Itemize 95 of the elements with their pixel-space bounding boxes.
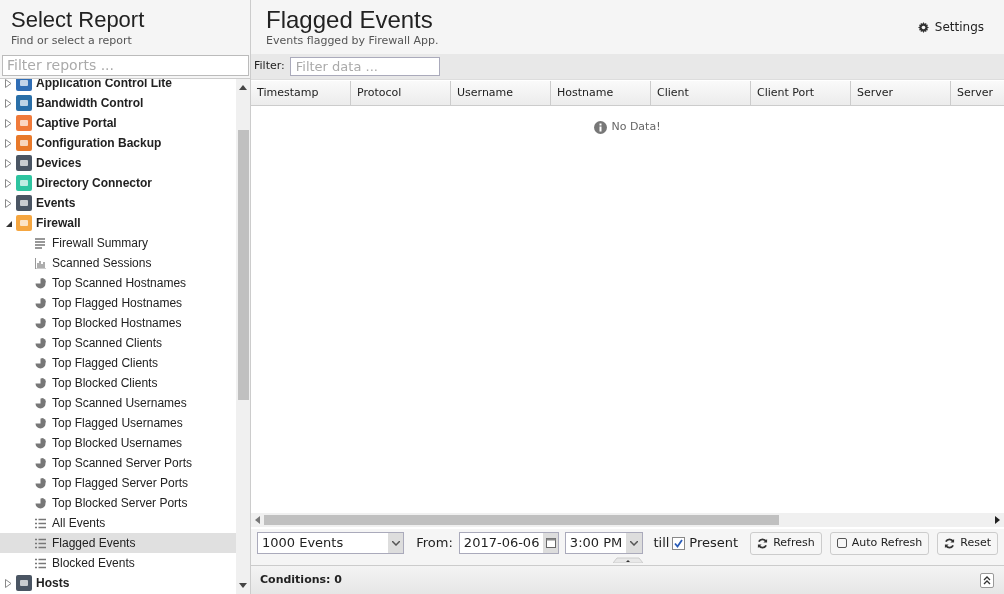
scroll-left-icon[interactable] (255, 516, 260, 524)
expand-arrow-icon[interactable] (5, 198, 12, 208)
scroll-down-icon[interactable] (239, 583, 247, 588)
column-header[interactable]: Client Port (751, 81, 851, 105)
report-item[interactable]: Top Flagged Usernames (0, 413, 236, 433)
report-category[interactable]: Firewall (36, 214, 81, 232)
info-icon (594, 120, 608, 134)
present-checkbox[interactable] (672, 536, 686, 550)
report-item[interactable]: Top Scanned Hostnames (0, 273, 236, 293)
expand-arrow-icon[interactable] (5, 578, 12, 588)
scroll-right-icon[interactable] (995, 516, 1000, 524)
pie-chart-icon (35, 477, 47, 489)
data-filter-field[interactable]: Filter data ... (289, 57, 440, 76)
expand-arrow-icon[interactable] (5, 138, 12, 148)
bar-chart-icon (35, 257, 47, 269)
caret-icon (630, 540, 639, 546)
expand-button[interactable] (980, 572, 994, 588)
report-subtitle: Events flagged by Firewall App. (266, 34, 440, 48)
time-dropdown[interactable]: 3:00 PM (564, 532, 644, 554)
empty-message: No Data! (611, 118, 661, 135)
list-icon (35, 537, 47, 549)
date-field[interactable]: 2017-06-06 (458, 532, 559, 554)
auto-refresh-button[interactable]: Auto Refresh (829, 531, 930, 555)
report-item[interactable]: Top Blocked Server Ports (0, 493, 236, 513)
expand-arrow-icon[interactable] (5, 98, 12, 108)
report-item[interactable]: Scanned Sessions (0, 253, 236, 273)
calendar-icon (545, 538, 556, 548)
pie-chart-icon (35, 357, 47, 369)
settings-icon (917, 21, 929, 33)
column-header[interactable]: Username (451, 81, 551, 105)
refresh-icon (944, 537, 956, 549)
sidebar-subtitle: Find or select a report (11, 34, 133, 48)
column-header[interactable]: Server (951, 81, 1004, 105)
report-category[interactable]: Devices (36, 154, 82, 172)
till-label: till (653, 534, 670, 553)
report-category[interactable]: Events (36, 194, 76, 212)
sidebar-title: Select Report (11, 6, 146, 34)
reset-button[interactable]: Reset (937, 531, 998, 555)
report-item[interactable]: Top Blocked Usernames (0, 433, 236, 453)
column-header[interactable]: Client (651, 81, 751, 105)
pie-chart-icon (35, 437, 47, 449)
list-icon (35, 517, 47, 529)
collapse-handle-icon[interactable] (612, 557, 643, 563)
report-item[interactable]: Top Flagged Clients (0, 353, 236, 373)
pie-chart-icon (35, 297, 47, 309)
report-item[interactable]: Top Flagged Hostnames (0, 293, 236, 313)
horizontal-scrollbar-thumb[interactable] (264, 515, 779, 525)
filter-field[interactable]: Filter reports ... (2, 55, 249, 76)
report-category[interactable]: Captive Portal (36, 114, 117, 132)
report-category[interactable]: Hosts (36, 574, 70, 592)
pie-chart-icon (35, 277, 47, 289)
report-title: Flagged Events (266, 6, 434, 34)
report-category[interactable]: Application Control Lite (36, 79, 172, 92)
pie-chart-icon (35, 397, 47, 409)
pie-chart-icon (35, 337, 47, 349)
column-header[interactable]: Hostname (551, 81, 651, 105)
report-item[interactable]: All Events (0, 513, 236, 533)
report-item[interactable]: Top Scanned Clients (0, 333, 236, 353)
expand-arrow-icon[interactable] (5, 79, 12, 88)
report-item[interactable]: Blocked Events (0, 553, 236, 573)
report-item[interactable]: Top Scanned Usernames (0, 393, 236, 413)
report-item[interactable]: Top Blocked Hostnames (0, 313, 236, 333)
report-item[interactable]: Top Blocked Clients (0, 373, 236, 393)
report-category[interactable]: Bandwidth Control (36, 94, 144, 112)
column-header[interactable]: Timestamp (251, 81, 351, 105)
expand-arrow-icon[interactable] (5, 118, 12, 128)
lines-icon (35, 237, 47, 249)
present-label[interactable]: Present (689, 533, 739, 553)
filter-label: Filter: (254, 58, 285, 75)
settings-button[interactable]: Settings (917, 18, 984, 36)
report-item[interactable]: Firewall Summary (0, 233, 236, 253)
column-header[interactable]: Server (851, 81, 951, 105)
from-label: From: (416, 534, 453, 553)
pie-chart-icon (35, 317, 47, 329)
report-item[interactable]: Top Flagged Server Ports (0, 473, 236, 493)
refresh-icon (757, 537, 769, 549)
report-item[interactable]: Flagged Events (0, 533, 236, 553)
pie-chart-icon (35, 377, 47, 389)
expand-arrow-icon[interactable] (5, 158, 12, 168)
conditions-label: Conditions: 0 (260, 571, 343, 588)
list-icon (35, 557, 47, 569)
pie-chart-icon (35, 417, 47, 429)
limit-dropdown[interactable]: 1000 Events (257, 532, 405, 554)
pie-chart-icon (35, 497, 47, 509)
caret-icon (391, 540, 400, 546)
expand-arrow-icon[interactable] (5, 178, 12, 188)
scroll-up-icon[interactable] (239, 85, 247, 90)
refresh-button[interactable]: Refresh (750, 531, 822, 555)
report-item[interactable]: Top Scanned Server Ports (0, 453, 236, 473)
report-category[interactable]: Configuration Backup (36, 134, 162, 152)
scrollbar-thumb[interactable] (237, 130, 249, 400)
column-header[interactable]: Protocol (351, 81, 451, 105)
double-chevron-icon (983, 575, 991, 585)
report-category[interactable]: Directory Connector (36, 174, 153, 192)
pie-chart-icon (35, 457, 47, 469)
